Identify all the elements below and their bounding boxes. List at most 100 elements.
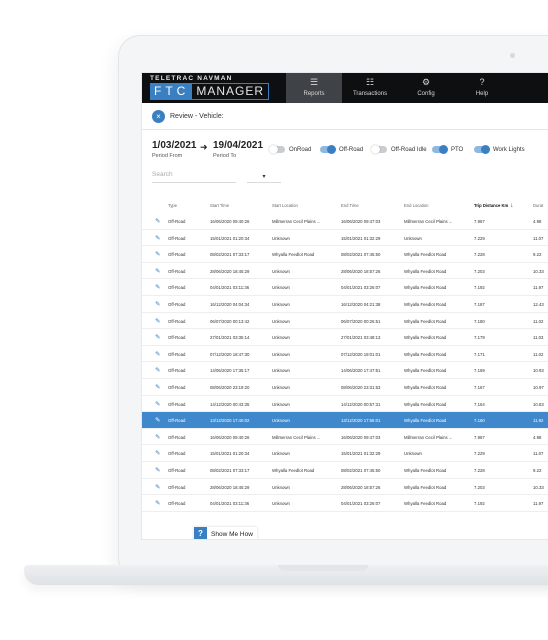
table-cell: 9.22 [533,467,542,473]
column-header[interactable]: End Location [404,203,428,208]
edit-pencil-icon[interactable]: ✎ [155,250,160,258]
table-row[interactable]: ✎ Off-Road 14/06/2020 17:35:17 Unknown 14/06… [142,362,548,379]
edit-pencil-icon[interactable]: ✎ [155,317,160,325]
table-row[interactable]: ✎ Off-Road 16/06/2020 09:40:26 Millmerran C… [142,213,548,230]
table-cell: 16/06/2020 09:47:03 [341,434,381,440]
table-row[interactable]: ✎ Off-Road 04/01/2021 03:11:36 Unknown 04/01… [142,495,548,512]
edit-pencil-icon[interactable]: ✎ [155,449,160,457]
toggle-off-road-idle[interactable]: Off-Road Idle [371,145,427,154]
table-row[interactable]: ✎ Off-Road 08/02/2021 07:33:17 Whyalla Feed… [142,246,548,263]
table-row[interactable]: ✎ Off-Road 14/12/2020 00:43:35 Unknown 14/12… [142,396,548,413]
edit-pencil-icon[interactable]: ✎ [155,483,160,491]
table-row[interactable]: ✎ Off-Road 16/06/2020 09:40:26 Millmerran C… [142,429,548,446]
column-header[interactable]: Start Time [210,203,229,208]
table-cell: 16/06/2020 09:40:26 [210,434,250,440]
column-header[interactable]: Durat [533,203,543,208]
nav-tab-transactions[interactable]: ☷ Transactions [342,73,398,103]
table-cell: 13/12/2020 17:55:01 [341,418,381,424]
table-row[interactable]: ✎ Off-Road 07/12/2020 18:47:30 Unknown 07/12… [142,346,548,363]
toggle-off-road[interactable]: Off-Road [320,145,363,154]
edit-pencil-icon[interactable]: ✎ [155,400,160,408]
table-cell: 08/02/2021 07:45:50 [341,467,381,473]
edit-pencil-icon[interactable]: ✎ [155,300,160,308]
table-cell: Whyalla Feedlot Road [404,501,447,507]
column-header-label: Type [168,203,178,208]
table-cell: Off-Road [168,219,186,224]
table-cell: Off-Road [168,235,186,241]
toggle-switch[interactable] [432,145,448,154]
table-cell: 4.98 [533,434,542,440]
app-logo[interactable]: FTC MANAGER [150,83,270,100]
sort-arrow-icon[interactable]: ↓ [510,203,513,209]
app-screen: TELETRAC NAVMAN FTC MANAGER ☰ Reports ☷ Tra… [141,72,548,540]
table-row[interactable]: ✎ Off-Road 04/01/2021 03:11:36 Unknown 04/01… [142,279,548,296]
filter-dropdown[interactable]: ▾ [247,171,281,183]
table-row[interactable]: ✎ Off-Road 08/02/2021 07:33:17 Whyalla Feed… [142,462,548,479]
table-cell: Unknown [272,418,290,424]
edit-pencil-icon[interactable]: ✎ [155,350,160,358]
laptop-mockup: TELETRAC NAVMAN FTC MANAGER ☰ Reports ☷ Tra… [0,0,548,640]
nav-tab-help[interactable]: ? Help [454,73,510,103]
table-row[interactable]: ✎ Off-Road 06/07/2020 00:13:42 Unknown 06/07… [142,313,548,330]
table-cell: Unknown [272,351,290,357]
toggle-onroad[interactable]: OnRoad [269,145,311,154]
table-row[interactable]: ✎ Off-Road 27/01/2021 03:35:14 Unknown 27/01… [142,329,548,346]
table-cell: 04/01/2021 03:11:36 [210,285,250,291]
table-cell: 11.97 [533,501,544,507]
toggle-switch[interactable] [320,145,336,154]
arrow-right-icon: ➜ [200,142,208,152]
period-to-date[interactable]: 19/04/2021 [213,140,263,151]
toggle-label: PTO [451,146,464,153]
column-header[interactable]: Trip Distance Km ↓ [474,203,513,209]
edit-pencil-icon[interactable]: ✎ [155,383,160,391]
edit-pencil-icon[interactable]: ✎ [155,217,160,225]
table-cell: 28/06/2020 18:45:29 [210,484,250,490]
column-header[interactable]: End Time [341,203,359,208]
toggle-switch[interactable] [474,145,490,154]
edit-pencil-icon[interactable]: ✎ [155,416,160,424]
edit-pencil-icon[interactable]: ✎ [155,234,160,242]
toggle-work-lights[interactable]: Work Lights [474,145,525,154]
table-cell: 27/01/2021 03:48:13 [341,335,381,341]
table-cell: Unknown [272,484,290,490]
column-header[interactable]: Type [168,203,177,208]
edit-pencil-icon[interactable]: ✎ [155,499,160,507]
table-row[interactable]: ✎ Off-Road 28/06/2020 18:45:29 Unknown 28/06… [142,263,548,280]
table-cell: Unknown [272,301,290,307]
nav-tab-reports[interactable]: ☰ Reports [286,73,342,103]
nav-tab-config[interactable]: ⚙ Config [398,73,454,103]
edit-pencil-icon[interactable]: ✎ [155,267,160,275]
document-icon: ☷ [365,77,375,87]
table-row[interactable]: ✎ Off-Road 08/06/2020 23:19:20 Unknown 08/06… [142,379,548,396]
table-cell: Whyalla Feedlot Road [404,467,447,473]
table-row[interactable]: ✎ Off-Road 16/12/2020 04:04:34 Unknown 16/12… [142,296,548,313]
table-cell: Whyalla Feedlot Road [404,351,447,357]
show-me-how-button[interactable]: ? Show Me How [194,527,257,539]
table-cell: 04/01/2021 03:11:36 [210,501,250,507]
edit-pencil-icon[interactable]: ✎ [155,433,160,441]
toggle-switch[interactable] [371,145,387,154]
search-input[interactable]: Search [152,171,236,183]
close-review-button[interactable]: × [152,110,165,123]
table-row[interactable]: ✎ Off-Road 13/12/2020 17:40:02 Unknown 13/12… [142,412,548,429]
toggle-switch[interactable] [269,145,285,154]
column-header-label: Start Location [272,203,298,208]
table-cell: Whyalla Feedlot Road [404,285,447,291]
table-cell: Whyalla Feedlot Road [404,368,447,374]
table-cell: Unknown [272,318,290,324]
edit-pencil-icon[interactable]: ✎ [155,366,160,374]
nav-tab-label: Reports [303,91,325,97]
edit-pencil-icon[interactable]: ✎ [155,333,160,341]
edit-pencil-icon[interactable]: ✎ [155,466,160,474]
table-cell: 7.228 [474,467,485,473]
table-row[interactable]: ✎ Off-Road 15/01/2021 01:20:34 Unknown 15/01… [142,445,548,462]
period-from-date[interactable]: 1/03/2021 [152,140,197,151]
table-cell: Millmerran Cecil Plains ... [272,219,321,224]
toggle-pto[interactable]: PTO [432,145,464,154]
column-header[interactable]: Start Location [272,203,298,208]
table-row[interactable]: ✎ Off-Road 28/06/2020 18:45:29 Unknown 28/06… [142,479,548,496]
table-row[interactable]: ✎ Off-Road 15/01/2021 01:20:34 Unknown 15/01… [142,230,548,247]
table-cell: 04/01/2021 03:26:07 [341,285,381,291]
period-to-label: Period To [213,153,237,159]
edit-pencil-icon[interactable]: ✎ [155,283,160,291]
